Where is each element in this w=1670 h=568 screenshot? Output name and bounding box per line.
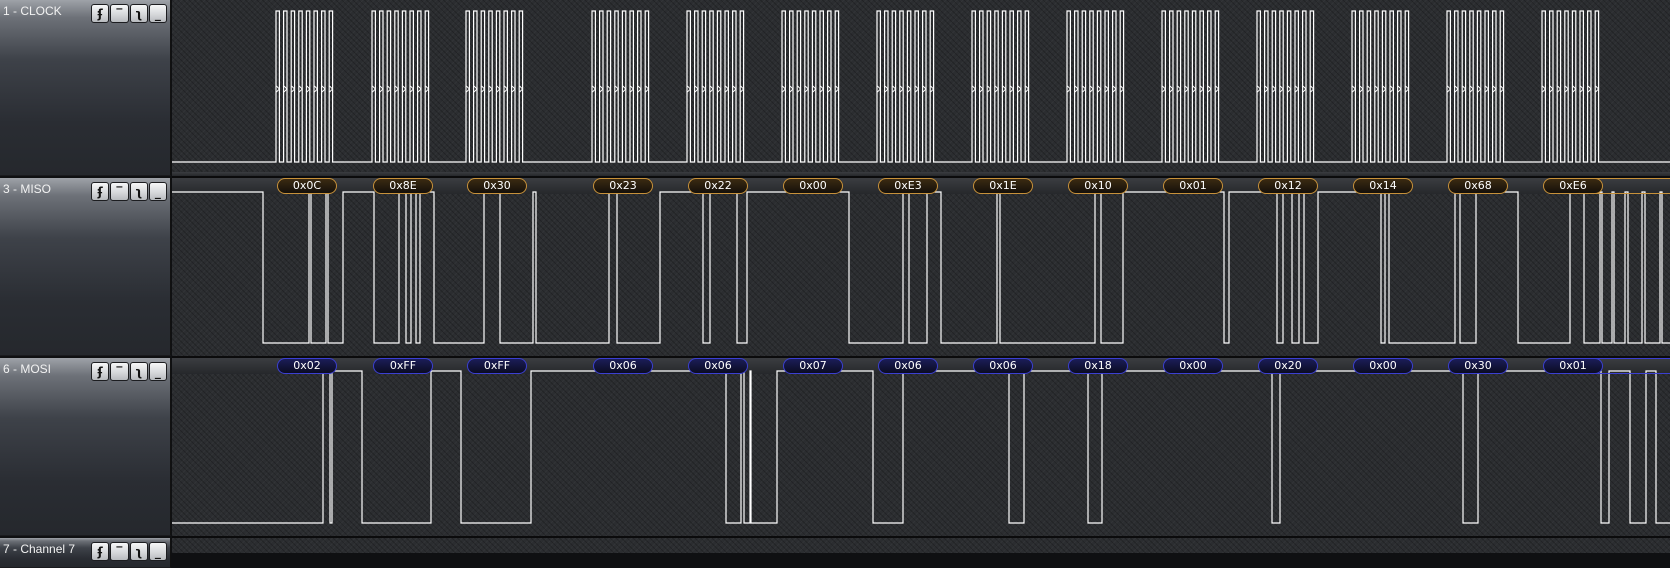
miso-trace <box>172 191 1670 344</box>
decoded-byte-mosi[interactable]: 0x06 <box>593 358 653 374</box>
decoded-byte-miso[interactable]: 0x01 <box>1163 178 1223 194</box>
rising-edge-trigger-button[interactable]: ʄ <box>91 182 110 201</box>
channel-clock-panel[interactable]: 1 - CLOCK ʄ ‾ ʅ _ <box>0 0 171 176</box>
clock-trace <box>172 10 1670 163</box>
decoded-byte-mosi[interactable]: 0x18 <box>1068 358 1128 374</box>
decoded-byte-miso[interactable]: 0x1E <box>973 178 1033 194</box>
mosi-trace <box>172 370 1670 524</box>
decoded-byte-miso[interactable]: 0x0C <box>277 178 337 194</box>
decoded-byte-miso[interactable]: 0x14 <box>1353 178 1413 194</box>
decoded-byte-miso[interactable]: 0x22 <box>688 178 748 194</box>
decoded-byte-miso[interactable]: 0x23 <box>593 178 653 194</box>
decoded-byte-miso[interactable]: 0x68 <box>1448 178 1508 194</box>
falling-edge-trigger-button[interactable]: ʅ <box>129 542 148 561</box>
trigger-buttons: ʄ ‾ ʅ _ <box>91 362 167 381</box>
falling-edge-trigger-button[interactable]: ʅ <box>129 182 148 201</box>
decoded-byte-miso[interactable]: 0x00 <box>783 178 843 194</box>
decoded-byte-mosi[interactable]: 0x06 <box>688 358 748 374</box>
decoded-byte-mosi[interactable]: 0x00 <box>1163 358 1223 374</box>
high-level-trigger-button[interactable]: ‾ <box>110 182 129 201</box>
channel-miso-label: 3 - MISO <box>3 182 52 196</box>
decoded-byte-miso[interactable]: 0x10 <box>1068 178 1128 194</box>
low-level-trigger-button[interactable]: _ <box>148 182 167 201</box>
decoded-byte-mosi[interactable]: 0x06 <box>878 358 938 374</box>
channel-7-waveform[interactable] <box>172 538 1670 553</box>
decoded-byte-mosi[interactable]: 0x07 <box>783 358 843 374</box>
miso-waveform[interactable]: 0x0C 0x8E 0x30 0x23 0x22 0x00 0xE3 0x1E 0x10 0x01… <box>172 178 1670 356</box>
high-level-trigger-button[interactable]: ‾ <box>110 362 129 381</box>
decoded-byte-mosi[interactable]: 0xFF <box>373 358 433 374</box>
mosi-waveform[interactable]: 0x02 0xFF 0xFF 0x06 0x06 0x07 0x06 0x06 0x18 0x00… <box>172 358 1670 536</box>
channel-7-panel[interactable]: 7 - Channel 7 ʄ ‾ ʅ _ <box>0 538 171 568</box>
channel-miso-panel[interactable]: 3 - MISO ʄ ‾ ʅ _ <box>0 178 171 356</box>
decoded-byte-mosi[interactable]: 0x30 <box>1448 358 1508 374</box>
logic-analyzer-app: 1 - CLOCK ʄ ‾ ʅ _ 3 - MISO ʄ ‾ ʅ _ 0x0C 0… <box>0 0 1670 568</box>
channel-mosi-label: 6 - MOSI <box>3 362 52 376</box>
rising-edge-trigger-button[interactable]: ʄ <box>91 362 110 381</box>
clock-waveform[interactable] <box>172 0 1670 176</box>
high-level-trigger-button[interactable]: ‾ <box>110 542 129 561</box>
channel-7-label: 7 - Channel 7 <box>3 542 76 556</box>
trigger-buttons: ʄ ‾ ʅ _ <box>91 182 167 201</box>
channel-mosi-panel[interactable]: 6 - MOSI ʄ ‾ ʅ _ <box>0 358 171 536</box>
decoded-byte-miso[interactable]: 0x8E <box>373 178 433 194</box>
decoded-byte-mosi[interactable]: 0x00 <box>1353 358 1413 374</box>
rising-edge-trigger-button[interactable]: ʄ <box>91 4 110 23</box>
decoded-byte-miso[interactable]: 0x30 <box>467 178 527 194</box>
trigger-buttons: ʄ ‾ ʅ _ <box>91 4 167 23</box>
low-level-trigger-button[interactable]: _ <box>148 4 167 23</box>
channel-clock-label: 1 - CLOCK <box>3 4 62 18</box>
decoded-byte-mosi-overflow <box>1592 358 1670 374</box>
decoded-byte-miso[interactable]: 0xE3 <box>878 178 938 194</box>
decoded-byte-mosi[interactable]: 0xFF <box>467 358 527 374</box>
falling-edge-trigger-button[interactable]: ʅ <box>129 4 148 23</box>
high-level-trigger-button[interactable]: ‾ <box>110 4 129 23</box>
rising-edge-trigger-button[interactable]: ʄ <box>91 542 110 561</box>
decoded-byte-mosi[interactable]: 0x02 <box>277 358 337 374</box>
miso-signal-line <box>172 191 1670 344</box>
mosi-signal-line <box>172 370 1670 524</box>
low-level-trigger-button[interactable]: _ <box>148 362 167 381</box>
clock-signal-line <box>172 10 1670 163</box>
decoded-byte-miso[interactable]: 0x12 <box>1258 178 1318 194</box>
decoded-byte-mosi[interactable]: 0x06 <box>973 358 1033 374</box>
trigger-buttons: ʄ ‾ ʅ _ <box>91 542 167 561</box>
low-level-trigger-button[interactable]: _ <box>148 542 167 561</box>
decoded-byte-mosi[interactable]: 0x20 <box>1258 358 1318 374</box>
falling-edge-trigger-button[interactable]: ʅ <box>129 362 148 381</box>
decoded-byte-miso-overflow <box>1592 178 1670 194</box>
